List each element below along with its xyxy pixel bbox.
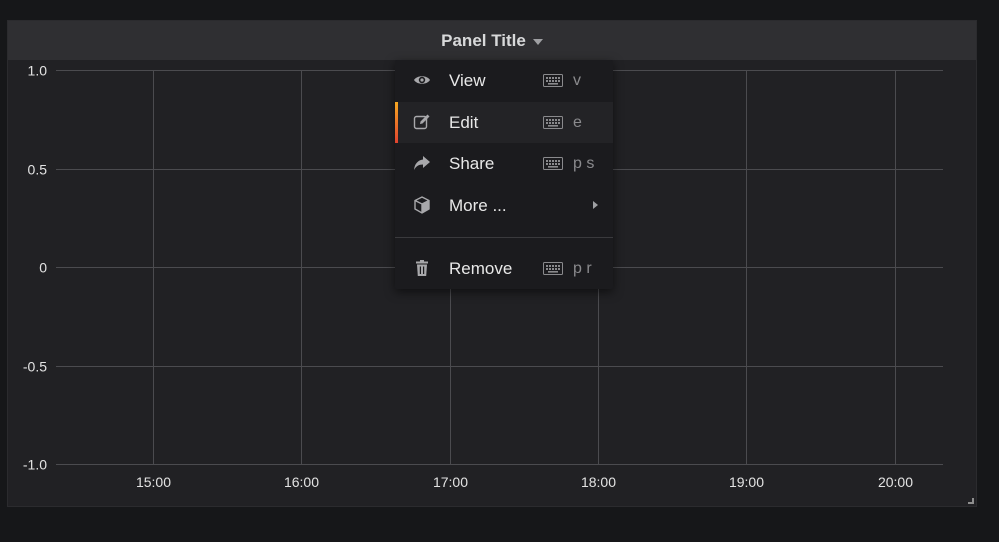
y-tick-label: 1.0 bbox=[28, 63, 48, 79]
edit-icon bbox=[413, 114, 430, 130]
panel-dropdown-menu: View v Edit e Share p s More ... Remove … bbox=[395, 60, 613, 289]
menu-item-label: Edit bbox=[449, 112, 479, 132]
keyboard-icon bbox=[543, 157, 563, 170]
menu-item-share[interactable]: Share p s bbox=[395, 143, 613, 184]
y-tick-label: -0.5 bbox=[23, 359, 47, 375]
menu-item-edit[interactable]: Edit e bbox=[395, 102, 613, 143]
menu-divider bbox=[395, 237, 613, 238]
shortcut-hint: v bbox=[573, 71, 581, 89]
menu-item-label: More ... bbox=[449, 195, 507, 215]
active-accent-bar bbox=[395, 102, 398, 143]
cube-icon bbox=[414, 196, 430, 214]
menu-item-label: View bbox=[449, 70, 486, 90]
keyboard-icon bbox=[543, 116, 563, 129]
x-tick-label: 16:00 bbox=[284, 474, 319, 490]
menu-item-view[interactable]: View v bbox=[395, 60, 613, 101]
x-tick-label: 17:00 bbox=[433, 474, 468, 490]
menu-item-more[interactable]: More ... bbox=[395, 185, 613, 226]
y-tick-label: 0 bbox=[39, 260, 47, 276]
shortcut-hint: e bbox=[573, 113, 582, 131]
x-tick-label: 19:00 bbox=[729, 474, 764, 490]
x-tick-label: 15:00 bbox=[136, 474, 171, 490]
share-icon bbox=[414, 156, 430, 170]
eye-icon bbox=[414, 76, 430, 84]
menu-item-label: Remove bbox=[449, 258, 513, 278]
shortcut-hint: p s bbox=[573, 154, 595, 172]
shortcut-hint: p r bbox=[573, 259, 592, 277]
menu-item-label: Share bbox=[449, 153, 495, 173]
keyboard-icon bbox=[543, 74, 563, 87]
menu-item-remove[interactable]: Remove p r bbox=[395, 248, 613, 289]
caret-right-icon bbox=[593, 201, 598, 209]
y-tick-label: -1.0 bbox=[23, 457, 47, 473]
y-tick-label: 0.5 bbox=[28, 162, 48, 178]
trash-icon bbox=[416, 260, 428, 276]
keyboard-icon bbox=[543, 262, 563, 275]
x-tick-label: 18:00 bbox=[581, 474, 616, 490]
x-tick-label: 20:00 bbox=[878, 474, 913, 490]
